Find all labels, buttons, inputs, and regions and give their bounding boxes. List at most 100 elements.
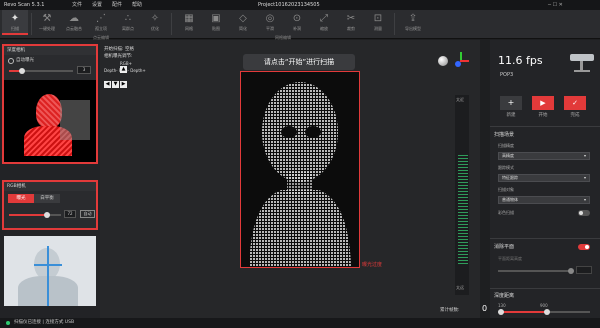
tool-measure[interactable]: ⊡ 测量 xyxy=(365,10,391,35)
precision-select[interactable]: 高精度 ▾ xyxy=(498,152,590,160)
slider-handle[interactable] xyxy=(568,268,574,274)
color-scan-label: 彩色扫描 xyxy=(498,210,514,215)
divider xyxy=(31,13,32,35)
rgb-exposure-value[interactable]: 72 xyxy=(64,210,76,218)
scan-preview-frame xyxy=(240,71,360,268)
tool-export[interactable]: ⇪ 导出模型 xyxy=(400,10,426,35)
tool-fill-holes[interactable]: ⊙ 补洞 xyxy=(284,10,310,35)
cumulative-frames-value: 0 xyxy=(482,304,488,313)
export-icon: ⇪ xyxy=(408,13,418,24)
distance-max: 900 xyxy=(540,303,548,308)
auto-exposure-radio[interactable] xyxy=(8,58,14,64)
finish-label: 完成 xyxy=(570,113,580,118)
device-name: POP3 xyxy=(500,72,514,78)
dots-icon: ⋰ xyxy=(96,13,106,24)
start-button[interactable]: ▶ xyxy=(532,96,554,110)
finish-button[interactable]: ✓ xyxy=(564,96,586,110)
mesh-icon: ▦ xyxy=(184,13,194,24)
precision-label: 扫描精度 xyxy=(498,143,514,148)
distance-min: 130 xyxy=(498,303,506,308)
menu-settings[interactable]: 设置 xyxy=(92,0,102,10)
tab-exposure[interactable]: 曝光 xyxy=(8,194,34,203)
tool-smooth[interactable]: ◎ 平滑 xyxy=(257,10,283,35)
right-arrow-icon[interactable]: ▶ xyxy=(120,81,127,88)
depth-exposure-value[interactable]: 3 xyxy=(77,66,91,74)
render-mode-icon[interactable] xyxy=(438,56,448,66)
scale-icon: ⤢ xyxy=(320,13,328,24)
depth-camera-title: 深度相机 xyxy=(4,46,96,55)
depth-exposure-slider[interactable] xyxy=(9,68,73,74)
left-arrow-icon[interactable]: ◀ xyxy=(104,81,111,88)
remove-plane-toggle[interactable] xyxy=(578,244,590,250)
histogram-bars xyxy=(458,155,468,265)
tracking-select[interactable]: 特征跟踪 ▾ xyxy=(498,174,590,182)
tracking-label: 跟踪模式 xyxy=(498,165,514,170)
tab-white-balance[interactable]: 白平衡 xyxy=(34,194,60,203)
divider xyxy=(394,13,395,35)
tool-scale[interactable]: ⤢ 缩放 xyxy=(311,10,337,35)
new-button[interactable]: + xyxy=(500,96,522,110)
object-label: 扫描对象 xyxy=(498,187,514,192)
smooth-icon: ◎ xyxy=(265,13,275,24)
tool-crop[interactable]: ✂ 裁剪 xyxy=(338,10,364,35)
cloud-icon: ☁ xyxy=(69,13,79,24)
slider-handle[interactable] xyxy=(44,212,50,218)
simplify-icon: ◇ xyxy=(239,13,247,24)
slider-handle-min[interactable] xyxy=(498,309,504,315)
new-label: 新建 xyxy=(506,113,516,118)
color-scan-toggle[interactable] xyxy=(578,210,590,216)
hole-icon: ⊙ xyxy=(292,13,302,24)
divider xyxy=(171,13,172,35)
scissors-icon: ✂ xyxy=(346,13,356,24)
up-arrow-icon[interactable]: ▲ xyxy=(120,66,127,73)
tool-isolated[interactable]: ⋰ 孤立项 xyxy=(88,10,114,35)
rgb-exposure-slider[interactable] xyxy=(9,212,61,218)
distance-range-slider[interactable] xyxy=(498,309,590,315)
rgb-camera-panel: RGB相机 曝光 白平衡 72 自动 xyxy=(2,180,98,230)
toolbar: ✦ 扫描 ⚒ 一键处理 ☁ 点云融合 ⋰ 孤立项 ∴ 离群点 ✧ 优化 点云编辑 ▦ 网格 ▣… xyxy=(0,10,600,40)
tool-optimize[interactable]: ✧ 优化 xyxy=(142,10,168,35)
scene-section-title: 扫描场景 xyxy=(494,132,515,138)
title-bar: Revo Scan 5.3.1 文件 设置 配件 帮助 Project10162… xyxy=(0,0,600,10)
too-close-label: 太近 xyxy=(456,97,464,102)
texture-icon: ▣ xyxy=(211,13,221,24)
distance-histogram: 太近 太远 xyxy=(455,95,469,295)
tool-one-click[interactable]: ⚒ 一键处理 xyxy=(34,10,60,35)
fps-display: 11.6 fps xyxy=(498,54,543,67)
tool-outliers[interactable]: ∴ 离群点 xyxy=(115,10,141,35)
left-panel: 深度相机 自动曝光 3 RGB相机 曝光 白平衡 72 自动 xyxy=(0,40,100,318)
chevron-down-icon: ▾ xyxy=(583,153,586,158)
slider-handle[interactable] xyxy=(19,68,25,74)
depth-point-cloud xyxy=(249,82,351,267)
window-controls[interactable]: ─ ☐ ✕ xyxy=(548,0,563,10)
menu-file[interactable]: 文件 xyxy=(72,0,82,10)
status-bar: 扫描仪已连接 | 连接方式 USB xyxy=(0,318,600,328)
start-label: 开始 xyxy=(538,113,548,118)
app-title: Revo Scan 5.3.1 xyxy=(4,2,45,8)
overexposed-label: 曝光过度 xyxy=(362,262,383,268)
object-select[interactable]: 普通物体 ▾ xyxy=(498,196,590,204)
sparkle-icon: ✧ xyxy=(150,13,160,24)
info-exposure: 相机曝光调节: xyxy=(104,54,133,59)
tool-simplify[interactable]: ◇ 简化 xyxy=(230,10,256,35)
project-name: Project10162023134505 xyxy=(258,2,320,8)
info-start-scan: 开始扫描: 空格 xyxy=(104,47,134,52)
auto-button[interactable]: 自动 xyxy=(80,210,95,218)
slider-handle-max[interactable] xyxy=(544,309,550,315)
tool-scan[interactable]: ✦ 扫描 xyxy=(2,10,28,35)
menu-help[interactable]: 帮助 xyxy=(132,0,142,10)
depth-camera-panel: 深度相机 自动曝光 3 xyxy=(2,44,98,164)
menu-accessories[interactable]: 配件 xyxy=(112,0,122,10)
scatter-icon: ∴ xyxy=(124,13,132,24)
tool-fusion[interactable]: ☁ 点云融合 xyxy=(61,10,87,35)
tool-mesh[interactable]: ▦ 网格 xyxy=(176,10,202,35)
plane-height-value[interactable] xyxy=(576,266,592,274)
axis-gizmo-icon[interactable] xyxy=(453,52,469,68)
scan-distance-label: 深度距离 xyxy=(494,293,515,299)
down-arrow-icon[interactable]: ▼ xyxy=(112,81,119,88)
depth-preview xyxy=(4,80,96,162)
chevron-down-icon: ▾ xyxy=(583,175,586,180)
scanner-icon xyxy=(568,48,596,76)
tool-texture[interactable]: ▣ 贴图 xyxy=(203,10,229,35)
plane-height-slider[interactable] xyxy=(498,268,574,274)
